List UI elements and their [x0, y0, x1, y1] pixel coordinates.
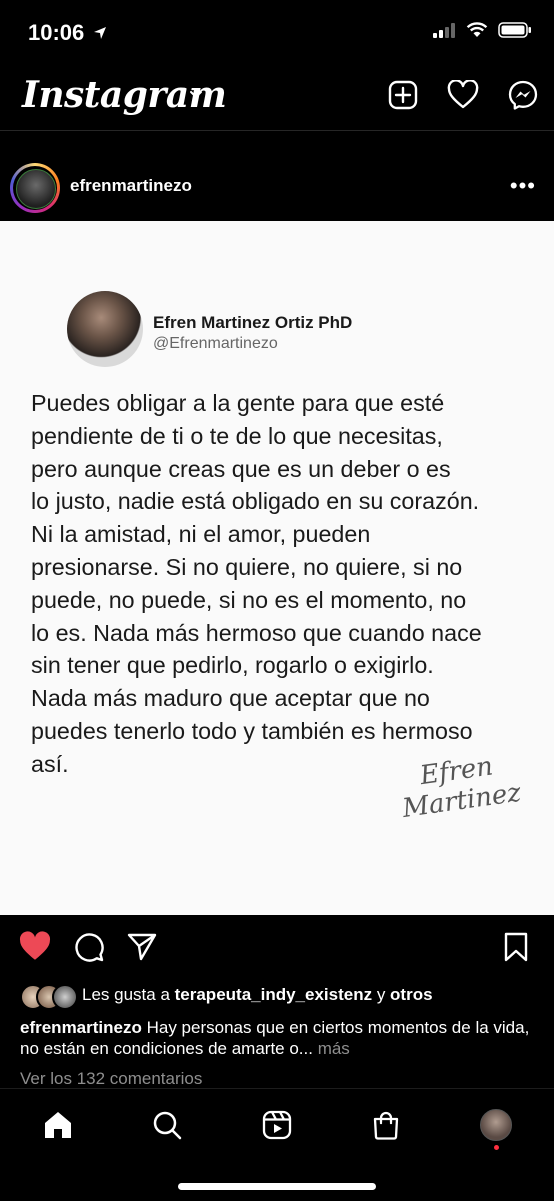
tweet-text: Puedes obligar a la gente para que esté … — [31, 390, 482, 777]
tweet-author-handle: @Efrenmartinezo — [153, 335, 278, 352]
avatar — [52, 984, 78, 1010]
home-icon — [45, 1112, 71, 1138]
tab-search[interactable] — [147, 1105, 187, 1145]
home-indicator — [178, 1183, 376, 1190]
bottom-tab-bar — [0, 1088, 554, 1201]
status-icons — [432, 22, 532, 38]
messenger-button[interactable] — [506, 78, 540, 112]
battery-icon — [498, 22, 531, 38]
post-header: efrenmartinezo ••• — [0, 131, 554, 221]
avatar — [480, 1109, 512, 1141]
bookmark-icon — [504, 932, 528, 962]
status-time: 10:06 — [28, 20, 108, 46]
chevron-down-icon[interactable] — [188, 86, 204, 102]
save-button[interactable] — [502, 931, 530, 968]
caption-username[interactable]: efrenmartinezo — [20, 1018, 142, 1037]
more-options-button[interactable]: ••• — [510, 173, 536, 199]
view-comments-link[interactable]: Ver los 132 comentarios — [20, 1069, 202, 1089]
heart-outline-icon — [447, 80, 479, 109]
liker-avatars — [20, 984, 82, 1010]
like-button[interactable] — [18, 931, 52, 968]
post-actions — [0, 915, 554, 979]
tab-profile[interactable] — [476, 1105, 516, 1150]
shopping-bag-icon — [373, 1111, 399, 1140]
new-post-button[interactable] — [386, 78, 420, 112]
tab-shop[interactable] — [366, 1105, 406, 1145]
share-button[interactable] — [126, 931, 158, 968]
liker-username[interactable]: terapeuta_indy_existenz — [175, 985, 372, 1005]
activity-button[interactable] — [446, 78, 480, 112]
caption-more-link[interactable]: más — [313, 1039, 350, 1058]
post-username[interactable]: efrenmartinezo — [70, 176, 192, 196]
location-arrow-icon — [94, 27, 107, 39]
cellular-signal-icon — [433, 23, 455, 38]
tab-reels[interactable] — [257, 1105, 297, 1145]
likes-others-link[interactable]: otros — [390, 985, 433, 1005]
tab-home[interactable] — [38, 1105, 78, 1145]
post-caption: efrenmartinezo Hay personas que en ciert… — [20, 1017, 540, 1059]
tweet-author-name: Efren Martinez Ortiz PhD — [153, 313, 353, 332]
status-bar: 10:06 — [0, 0, 554, 66]
top-app-bar: Instagram — [0, 66, 554, 131]
likes-summary[interactable]: Les gusta a terapeuta_indy_existenz y ot… — [20, 983, 550, 1010]
heart-filled-icon — [19, 931, 51, 960]
comment-icon — [75, 933, 104, 962]
reels-icon — [262, 1110, 292, 1140]
comment-button[interactable] — [73, 931, 105, 968]
tweet-avatar — [67, 291, 143, 367]
post-image[interactable]: Efren Martinez Ortiz PhD @Efrenmartinezo… — [0, 221, 554, 915]
clock: 10:06 — [28, 20, 85, 45]
story-avatar[interactable] — [10, 163, 60, 213]
plus-square-icon — [388, 80, 418, 110]
notification-dot — [494, 1145, 499, 1150]
messenger-icon — [508, 80, 538, 110]
wifi-icon — [466, 22, 488, 37]
search-icon — [153, 1111, 182, 1140]
avatar — [16, 169, 56, 209]
send-icon — [127, 933, 157, 961]
top-actions — [386, 78, 540, 112]
